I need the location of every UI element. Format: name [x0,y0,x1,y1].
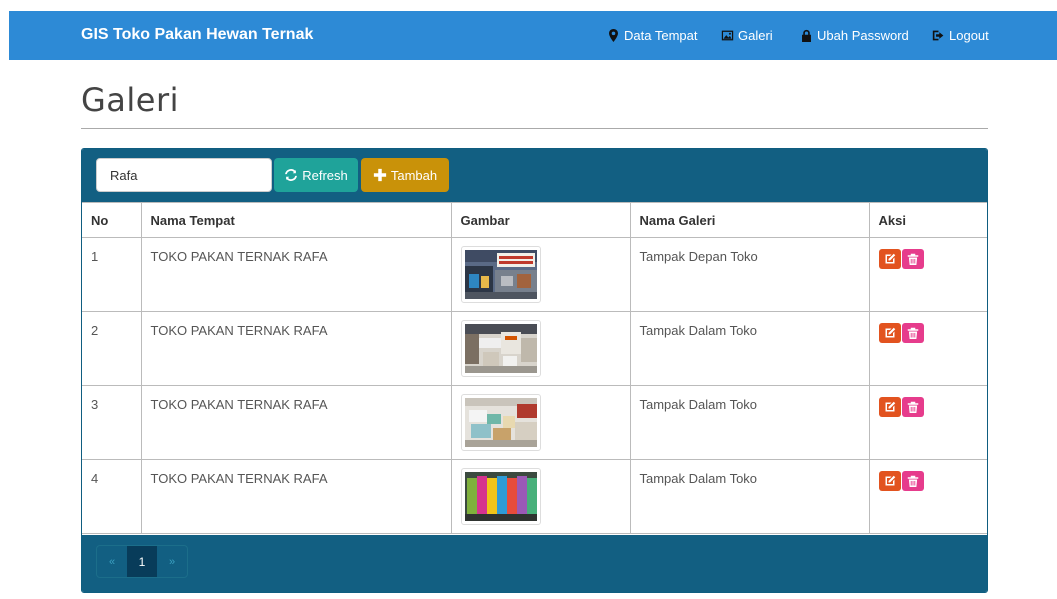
cell-gambar [450,237,631,312]
edit-icon [885,475,895,486]
table-row: 3 TOKO PAKAN TERNAK RAFA Tampak Dalam To… [82,385,987,460]
refresh-button[interactable]: Refresh [274,158,358,192]
edit-icon [885,327,895,338]
cell-nama-galeri: Tampak Dalam Toko [629,459,870,534]
edit-button[interactable] [878,471,901,491]
edit-icon [885,401,895,412]
header-no: No [82,202,142,238]
nav-data-tempat[interactable]: Data Tempat [607,28,697,43]
cell-aksi [868,311,987,386]
cell-no: 3 [82,385,142,460]
cell-aksi [868,237,987,312]
edit-button[interactable] [878,323,901,343]
shop-interior-photo [464,472,537,521]
table-row: 4 TOKO PAKAN TERNAK RAFA Tampak Dalam To… [82,459,987,534]
nav-ubah-password[interactable]: Ubah Password [800,28,909,43]
cell-gambar [450,385,631,460]
nav-logout[interactable]: Logout [932,28,989,43]
trash-icon [907,327,918,339]
trash-icon [907,475,918,487]
cell-nama-tempat: TOKO PAKAN TERNAK RAFA [140,237,452,312]
refresh-label: Refresh [302,167,348,183]
table-header-row: No Nama Tempat Gambar Nama Galeri Aksi [82,202,987,238]
trash-icon [907,401,918,413]
cell-no: 4 [82,459,142,534]
gallery-panel: Refresh Tambah No Nama Tempat Gambar Nam… [81,148,988,593]
refresh-icon [285,169,298,181]
shop-interior-photo [464,398,537,447]
nav-galeri[interactable]: Galeri [721,28,773,43]
cell-gambar [450,459,631,534]
cell-nama-tempat: TOKO PAKAN TERNAK RAFA [140,459,452,534]
nav-data-tempat-label: Data Tempat [624,28,698,43]
edit-button[interactable] [878,397,901,417]
cell-aksi [868,385,987,460]
table-row: 1 TOKO PAKAN TERNAK RAFA Tampak Depan To… [82,237,987,312]
gallery-thumbnail[interactable] [460,468,541,525]
edit-icon [885,253,895,264]
table-row: 2 TOKO PAKAN TERNAK RAFA Tampak Dalam To… [82,311,987,386]
gallery-thumbnail[interactable] [460,246,541,303]
nav-galeri-label: Galeri [738,28,773,43]
cell-aksi [868,459,987,534]
cell-nama-galeri: Tampak Dalam Toko [629,385,870,460]
cell-no: 2 [82,311,142,386]
delete-button[interactable] [901,471,924,491]
trash-icon [907,253,918,265]
pagination-prev[interactable]: « [97,546,127,577]
cell-nama-galeri: Tampak Dalam Toko [629,311,870,386]
delete-button[interactable] [901,323,924,343]
cell-nama-tempat: TOKO PAKAN TERNAK RAFA [140,385,452,460]
add-button[interactable]: Tambah [361,158,449,192]
header-nama-tempat: Nama Tempat [140,202,452,238]
shop-front-photo [464,250,537,299]
nav-ubah-password-label: Ubah Password [817,28,909,43]
gallery-table: No Nama Tempat Gambar Nama Galeri Aksi 1… [82,202,987,534]
delete-button[interactable] [901,249,924,269]
cell-nama-galeri: Tampak Depan Toko [629,237,870,312]
map-marker-icon [609,29,618,42]
pagination: « 1 » [96,545,188,578]
title-divider [81,128,988,129]
search-input[interactable] [96,158,272,192]
header-nama-galeri: Nama Galeri [629,202,870,238]
brand-title[interactable]: GIS Toko Pakan Hewan Ternak [81,26,313,44]
cell-no: 1 [82,237,142,312]
pagination-next[interactable]: » [157,546,187,577]
edit-button[interactable] [878,249,901,269]
plus-icon [373,168,386,182]
header-aksi: Aksi [868,202,987,238]
panel-footer: « 1 » [82,535,987,592]
navbar: GIS Toko Pakan Hewan Ternak Data Tempat … [9,11,1057,60]
lock-icon [802,29,811,42]
cell-nama-tempat: TOKO PAKAN TERNAK RAFA [140,311,452,386]
gallery-thumbnail[interactable] [460,320,541,377]
shop-interior-photo [464,324,537,373]
picture-icon [721,30,734,41]
header-gambar: Gambar [450,202,631,238]
logout-icon [932,30,944,41]
nav-logout-label: Logout [949,28,989,43]
pagination-page-current[interactable]: 1 [127,546,157,577]
gallery-thumbnail[interactable] [460,394,541,451]
cell-gambar [450,311,631,386]
delete-button[interactable] [901,397,924,417]
add-label: Tambah [390,167,438,183]
panel-header: Refresh Tambah [82,149,987,202]
page-title: Galeri [81,81,180,119]
